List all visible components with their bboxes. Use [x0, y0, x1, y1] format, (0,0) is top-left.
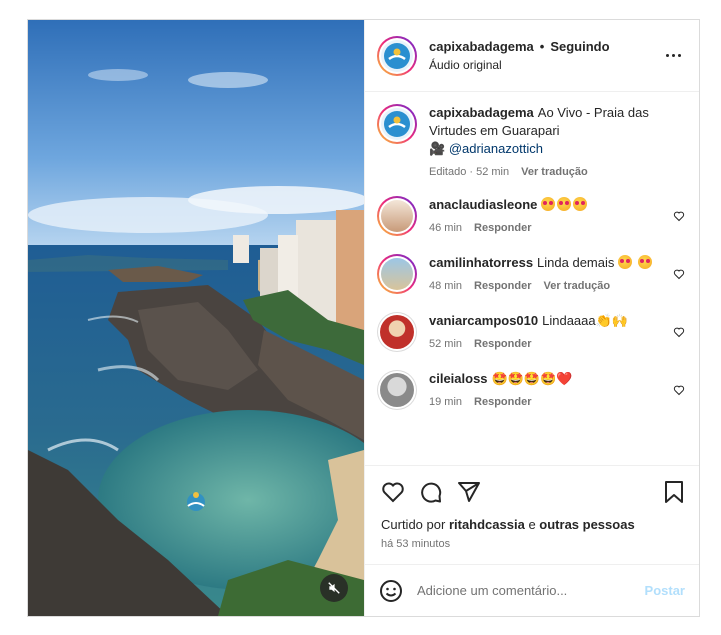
reply-button[interactable]: Responder [474, 338, 531, 350]
author-username[interactable]: capixabadagema [429, 39, 534, 54]
post-sidebar: capixabadagema • Seguindo Áudio original [364, 20, 699, 616]
comment-text: Lindaaaa👏🙌 [542, 313, 628, 328]
beach-aerial-image [28, 20, 364, 616]
likes-connector: e [528, 517, 536, 532]
star-struck-emoji [541, 197, 556, 211]
brand-logo-icon [384, 42, 410, 69]
commenter-avatar[interactable] [377, 312, 417, 352]
comment-item: cileialoss 🤩🤩🤩🤩❤️ 19 min Responder [377, 370, 685, 410]
see-translation-link[interactable]: Ver tradução [521, 166, 588, 178]
post-timestamp[interactable]: há 53 minutos [365, 532, 699, 564]
like-comment-icon[interactable] [673, 384, 685, 396]
commenter-avatar[interactable] [377, 254, 417, 294]
author-avatar[interactable] [377, 35, 417, 76]
reel-video[interactable] [28, 20, 364, 616]
share-send-icon[interactable] [457, 480, 481, 504]
like-comment-icon[interactable] [673, 326, 685, 338]
star-struck-emoji [573, 197, 588, 211]
caption-avatar[interactable] [377, 104, 417, 144]
like-comment-icon[interactable] [673, 210, 685, 222]
comment-text: Linda demais [537, 255, 615, 270]
post-comment-button[interactable]: Postar [645, 583, 685, 598]
following-button[interactable]: Seguindo [550, 39, 609, 54]
commenter-username[interactable]: camilinhatorress [429, 255, 533, 270]
more-options-icon[interactable] [661, 54, 685, 57]
camera-emoji: 🎥 [429, 141, 446, 156]
comment-time: 48 min [429, 280, 463, 292]
star-struck-emoji [637, 255, 652, 269]
comment-item: vaniarcampos010 Lindaaaa👏🙌 52 min Responde… [377, 312, 685, 352]
post-actions-bar [365, 465, 699, 517]
see-translation-link[interactable]: Ver tradução [544, 280, 611, 292]
star-struck-emoji [557, 197, 572, 211]
reply-button[interactable]: Responder [474, 396, 531, 408]
mention-link[interactable]: @adrianazottich [449, 141, 543, 156]
caption: capixabadagema Ao Vivo - Praia das Virtud… [377, 104, 685, 178]
comment-time: 52 min [429, 338, 463, 350]
mute-button[interactable] [320, 574, 348, 602]
post-header: capixabadagema • Seguindo Áudio original [365, 20, 699, 92]
save-bookmark-icon[interactable] [663, 480, 685, 504]
brand-logo-icon [384, 111, 410, 137]
star-struck-emoji [618, 255, 632, 269]
like-heart-icon[interactable] [381, 480, 405, 504]
commenter-username[interactable]: vaniarcampos010 [429, 313, 538, 328]
caption-edited-time: Editado · 52 min [429, 166, 510, 178]
audio-link[interactable]: Áudio original [429, 58, 661, 72]
comment-bubble-icon[interactable] [419, 480, 443, 504]
reply-button[interactable]: Responder [474, 280, 531, 292]
emoji-picker-icon[interactable] [379, 579, 403, 603]
likes-summary: Curtido por ritahdcassia e outras pessoa… [365, 517, 699, 532]
separator-dot: • [539, 39, 545, 54]
others-link[interactable]: outras pessoas [539, 517, 634, 532]
comment-time: 46 min [429, 222, 463, 234]
commenter-username[interactable]: cileialoss [429, 371, 488, 386]
reply-button[interactable]: Responder [474, 222, 531, 234]
post-dialog: capixabadagema • Seguindo Áudio original [27, 19, 700, 617]
comment-text: 🤩🤩🤩🤩❤️ [491, 371, 573, 386]
liked-by-label: Curtido por [381, 517, 446, 532]
comment-time: 19 min [429, 396, 463, 408]
caption-username[interactable]: capixabadagema [429, 105, 534, 120]
comment-input[interactable]: Adicione um comentário... [417, 583, 645, 598]
comment-composer: Adicione um comentário... Postar [365, 564, 699, 616]
liked-by-user[interactable]: ritahdcassia [449, 517, 525, 532]
like-comment-icon[interactable] [673, 268, 685, 280]
commenter-username[interactable]: anaclaudiasleone [429, 197, 537, 212]
commenter-avatar[interactable] [377, 196, 417, 236]
commenter-avatar[interactable] [377, 370, 417, 410]
muted-speaker-icon [328, 582, 340, 594]
comment-item: camilinhatorress Linda demais 48 min Respo… [377, 254, 685, 294]
comments-list[interactable]: capixabadagema Ao Vivo - Praia das Virtud… [365, 92, 699, 465]
comment-item: anaclaudiasleone 46 min Responder [377, 196, 685, 236]
